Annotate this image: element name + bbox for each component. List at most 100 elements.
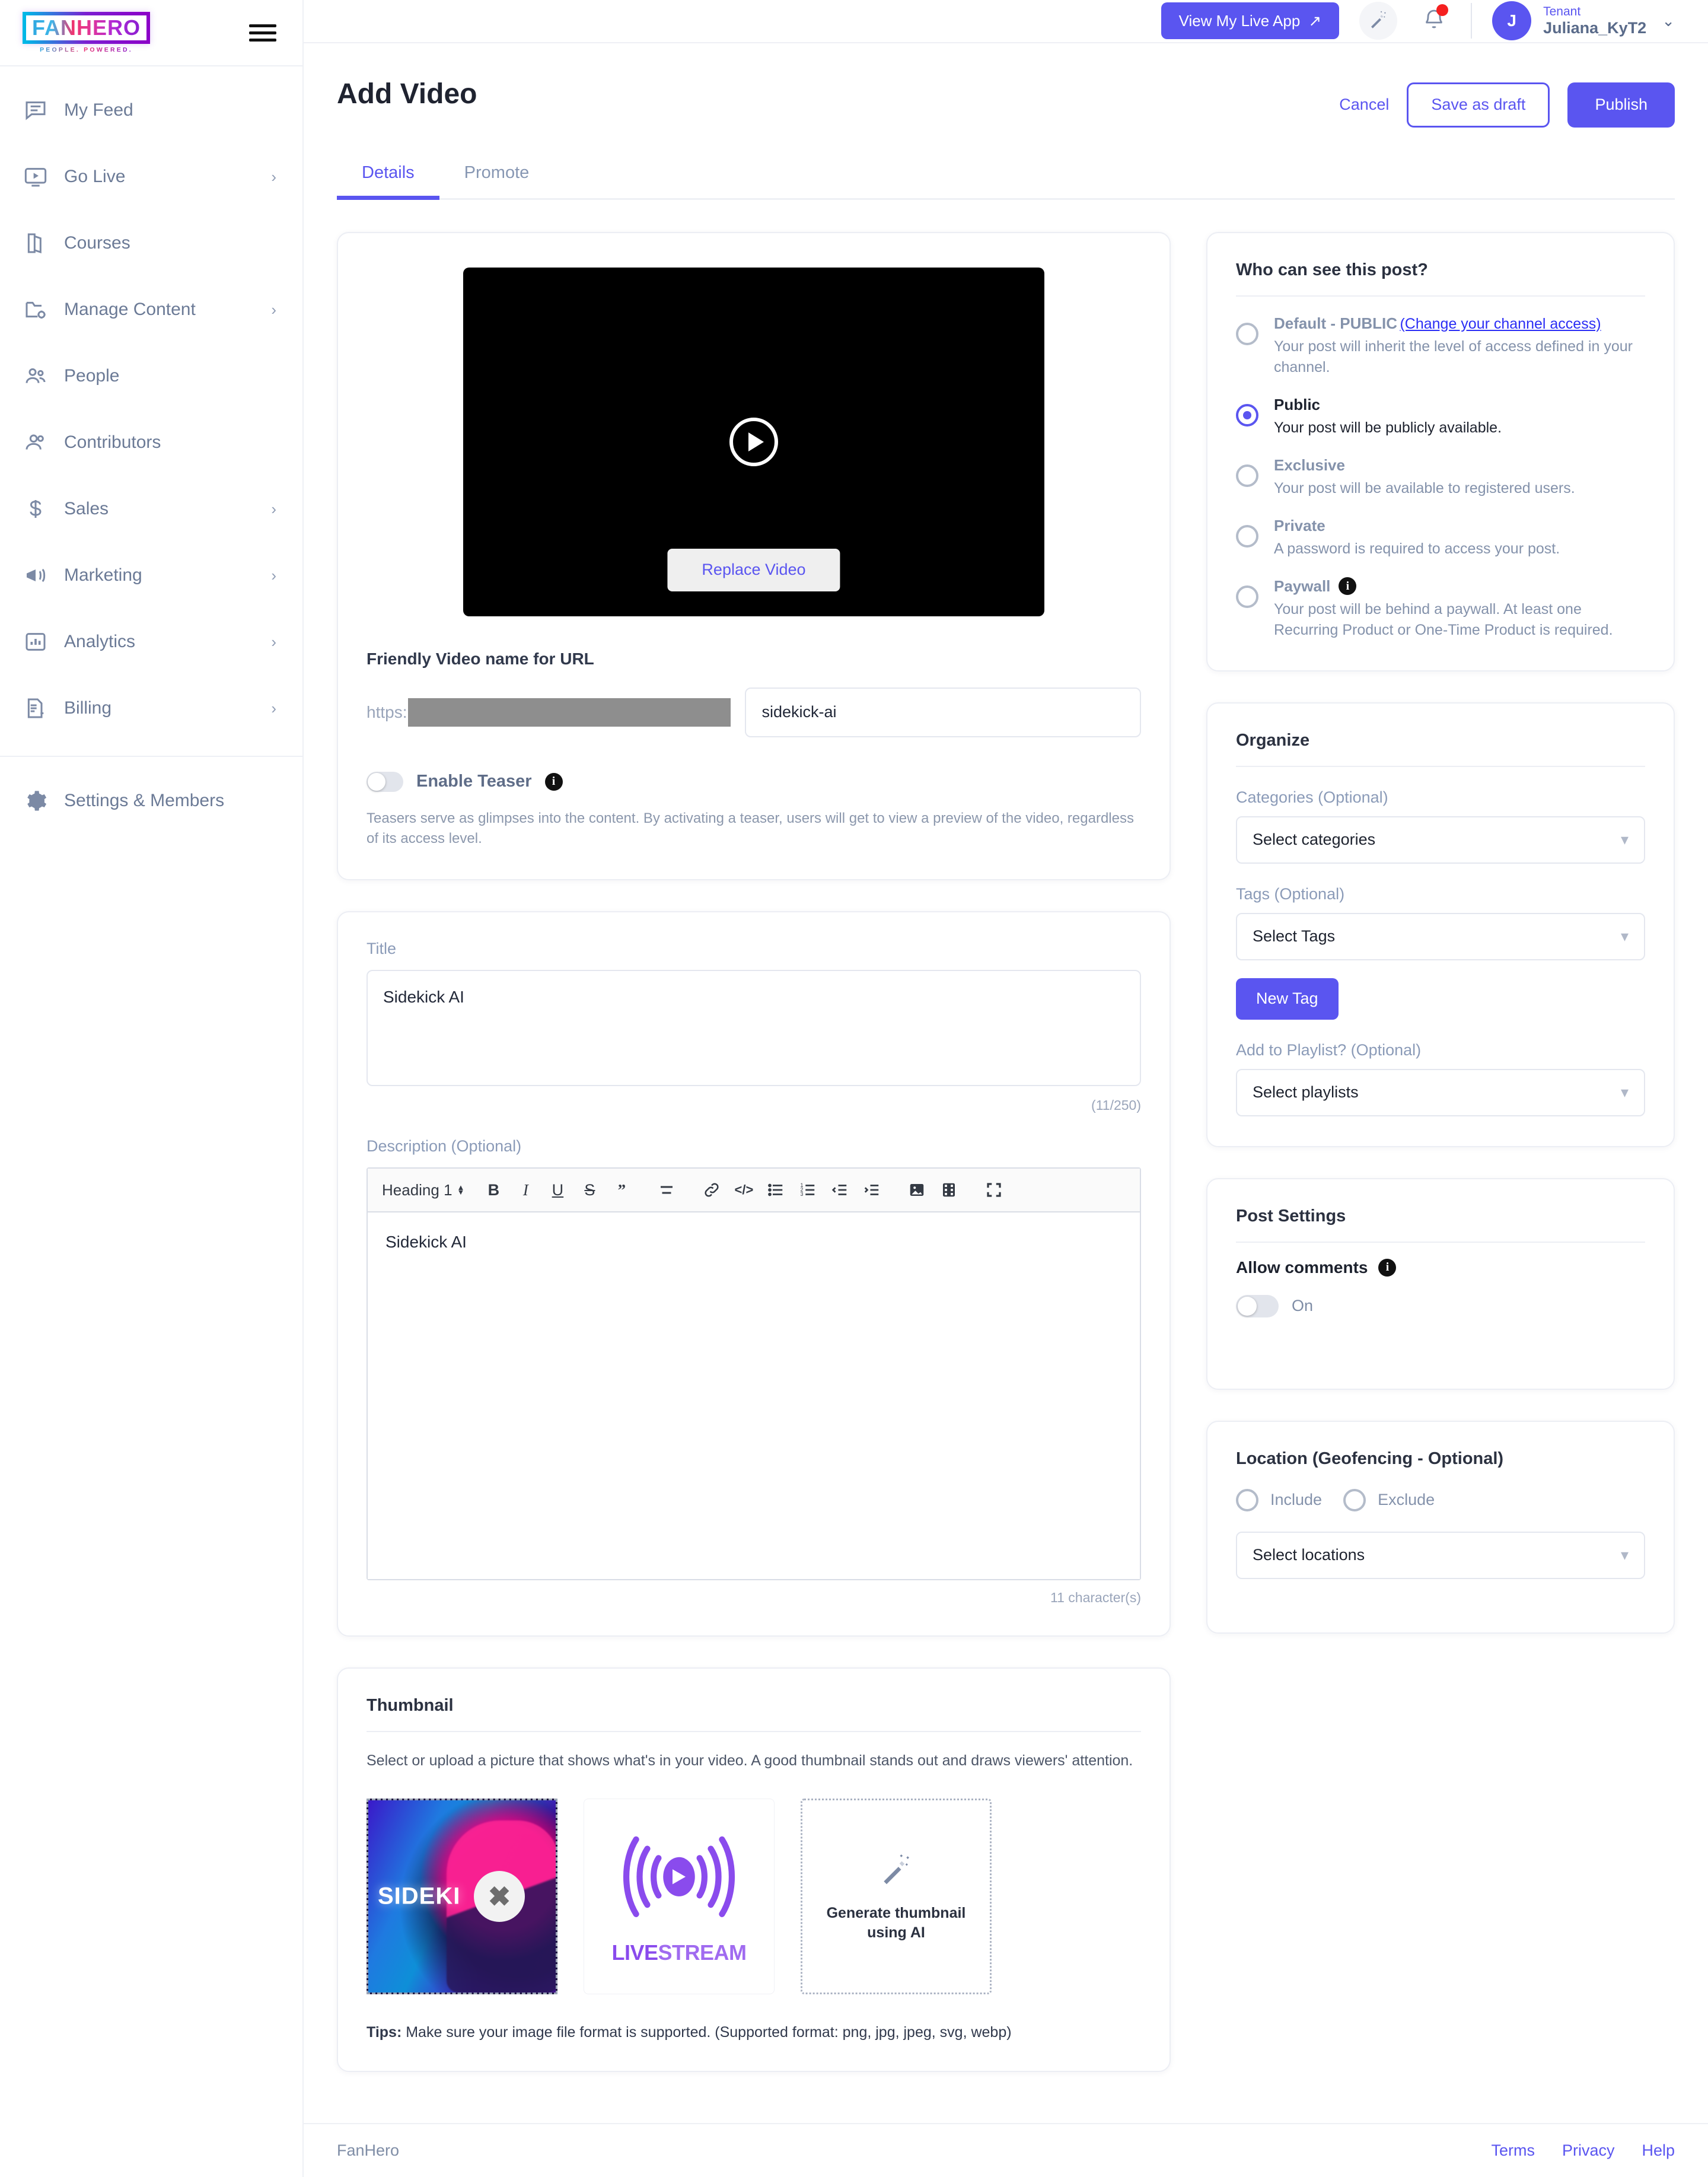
thumbnail-option-uploaded[interactable]: SIDEKI ✖	[367, 1799, 557, 1995]
italic-icon[interactable]: I	[509, 1174, 541, 1206]
left-column: Replace Video Friendly Video name for UR…	[337, 231, 1171, 2073]
sidebar-item-my-feed[interactable]: My Feed	[0, 77, 302, 144]
view-live-app-button[interactable]: View My Live App ↗	[1161, 2, 1340, 40]
description-body[interactable]: Sidekick AI	[368, 1212, 1140, 1580]
underline-icon[interactable]: U	[541, 1174, 573, 1206]
blockquote-icon[interactable]: ”	[606, 1174, 638, 1206]
link-icon[interactable]	[696, 1174, 728, 1206]
image-icon[interactable]	[901, 1174, 933, 1206]
teaser-helper-text: Teasers serve as glimpses into the conte…	[367, 810, 1134, 847]
thumbnail-option-livestream[interactable]: LIVESTREAM	[584, 1799, 775, 1995]
play-icon[interactable]	[729, 417, 778, 466]
radio-button[interactable]	[1236, 524, 1258, 548]
replace-video-button[interactable]: Replace Video	[667, 548, 840, 591]
tab-promote[interactable]: Promote	[439, 157, 555, 200]
gear-icon	[23, 788, 49, 814]
sidebar-item-marketing[interactable]: Marketing ›	[0, 542, 302, 609]
live-video-icon	[23, 164, 49, 190]
sidebar-item-manage-content[interactable]: Manage Content ›	[0, 276, 302, 343]
thumbnail-tips: Tips: Make sure your image file format i…	[367, 2024, 1141, 2041]
save-as-draft-button[interactable]: Save as draft	[1407, 82, 1550, 128]
sidebar-label: Go Live	[64, 167, 126, 186]
geo-radio-row: Include Exclude	[1236, 1488, 1645, 1511]
visibility-option-exclusive[interactable]: Exclusive Your post will be available to…	[1236, 456, 1645, 499]
playlist-value: Select playlists	[1253, 1083, 1359, 1102]
title-input[interactable]	[367, 970, 1141, 1087]
sidebar-item-settings-members[interactable]: Settings & Members	[0, 768, 302, 834]
geo-exclude-option[interactable]: Exclude	[1343, 1488, 1435, 1511]
sidebar-item-people[interactable]: People	[0, 343, 302, 409]
option-description: Your post will be publicly available.	[1274, 419, 1502, 436]
chevron-down-icon: ▾	[1620, 927, 1629, 946]
people-group-icon	[23, 363, 49, 389]
heading-select[interactable]: Heading 1 ▲ ▼	[382, 1181, 464, 1199]
footer-link-privacy[interactable]: Privacy	[1562, 2141, 1615, 2160]
title-description-card: Title (11/250) Description (Optional) He…	[337, 911, 1171, 1637]
enable-teaser-toggle[interactable]	[367, 771, 403, 792]
indent-icon[interactable]	[856, 1174, 888, 1206]
tips-text: Make sure your image file format is supp…	[401, 2024, 1012, 2041]
publish-button[interactable]: Publish	[1567, 82, 1675, 128]
video-player[interactable]: Replace Video	[463, 267, 1044, 616]
updown-caret-icon: ▲ ▼	[457, 1182, 465, 1197]
ai-assistant-button[interactable]	[1359, 2, 1398, 40]
outdent-icon[interactable]	[824, 1174, 856, 1206]
code-icon[interactable]: </>	[728, 1174, 760, 1206]
visibility-option-public[interactable]: Public Your post will be publicly availa…	[1236, 396, 1645, 438]
change-channel-access-link[interactable]: (Change your channel access)	[1400, 316, 1601, 332]
playlist-select[interactable]: Select playlists ▾	[1236, 1068, 1645, 1116]
visibility-option-paywall[interactable]: Paywall i Your post will be behind a pay…	[1236, 577, 1645, 641]
tags-select[interactable]: Select Tags ▾	[1236, 912, 1645, 960]
info-icon[interactable]: i	[1378, 1258, 1397, 1277]
info-icon[interactable]: i	[544, 772, 563, 791]
visibility-option-private[interactable]: Private A password is required to access…	[1236, 517, 1645, 559]
sidebar-item-sales[interactable]: Sales ›	[0, 476, 302, 542]
categories-select[interactable]: Select categories ▾	[1236, 816, 1645, 864]
description-char-count: 11 character(s)	[1050, 1590, 1141, 1606]
sidebar-item-billing[interactable]: Billing ›	[0, 675, 302, 741]
radio-button[interactable]	[1236, 585, 1258, 608]
fanhero-logo[interactable]: FANHERO PEOPLE. POWERED.	[23, 12, 151, 53]
hamburger-menu-icon[interactable]	[249, 20, 276, 46]
allow-comments-toggle[interactable]	[1236, 1294, 1279, 1317]
bullet-list-icon[interactable]	[760, 1174, 792, 1206]
strikethrough-icon[interactable]: S	[573, 1174, 606, 1206]
radio-button[interactable]	[1236, 1488, 1258, 1511]
thumbnail-option-generate-ai[interactable]: Generate thumbnail using AI	[801, 1799, 992, 1995]
align-icon[interactable]	[651, 1174, 683, 1206]
radio-button[interactable]	[1236, 464, 1258, 487]
title-label: Title	[367, 940, 397, 958]
tab-details[interactable]: Details	[337, 157, 439, 200]
radio-button[interactable]	[1236, 322, 1258, 345]
invoice-icon	[23, 695, 49, 721]
url-row: https:	[367, 687, 1141, 737]
new-tag-button[interactable]: New Tag	[1236, 978, 1339, 1020]
radio-button-selected[interactable]	[1236, 403, 1258, 427]
footer-link-terms[interactable]: Terms	[1491, 2141, 1535, 2160]
organize-card: Organize Categories (Optional) Select ca…	[1206, 702, 1675, 1147]
categories-value: Select categories	[1253, 830, 1376, 849]
sidebar-item-contributors[interactable]: Contributors	[0, 409, 302, 476]
locations-select[interactable]: Select locations ▾	[1236, 1531, 1645, 1579]
video-embed-icon[interactable]	[933, 1174, 965, 1206]
user-meta: Tenant Juliana_KyT2	[1543, 5, 1646, 37]
option-name: Paywall	[1274, 577, 1331, 595]
bold-icon[interactable]: B	[477, 1174, 509, 1206]
radio-button[interactable]	[1343, 1488, 1366, 1511]
allow-comments-toggle-row: On	[1236, 1294, 1645, 1317]
fullscreen-icon[interactable]	[978, 1174, 1010, 1206]
numbered-list-icon[interactable]: 123	[792, 1174, 824, 1206]
option-name: Exclusive	[1274, 456, 1345, 474]
visibility-option-default-public[interactable]: Default - PUBLIC (Change your channel ac…	[1236, 314, 1645, 378]
footer-link-help[interactable]: Help	[1642, 2141, 1675, 2160]
sidebar-item-go-live[interactable]: Go Live ›	[0, 144, 302, 210]
notifications-button[interactable]	[1417, 3, 1451, 39]
info-icon[interactable]: i	[1339, 577, 1357, 596]
enable-teaser-label: Enable Teaser	[416, 772, 532, 791]
sidebar-item-analytics[interactable]: Analytics ›	[0, 609, 302, 675]
geo-include-option[interactable]: Include	[1236, 1488, 1322, 1511]
cancel-button[interactable]: Cancel	[1339, 96, 1389, 114]
sidebar-item-courses[interactable]: Courses	[0, 210, 302, 276]
url-slug-input[interactable]	[745, 687, 1141, 737]
user-menu[interactable]: J Tenant Juliana_KyT2 ⌄	[1492, 1, 1675, 41]
